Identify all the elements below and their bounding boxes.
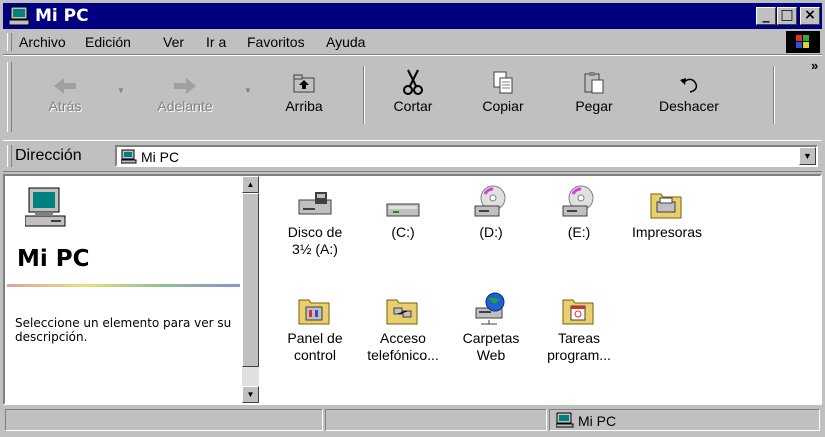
up-folder-icon <box>260 64 348 96</box>
up-label: Arriba <box>285 98 323 114</box>
menu-edicion[interactable]: Edición <box>85 34 131 50</box>
item-dial-up[interactable]: Acceso telefónico... <box>357 284 449 364</box>
undo-icon <box>645 64 733 96</box>
item-label: Panel de control <box>287 330 343 363</box>
printers-folder-icon <box>621 178 713 220</box>
scroll-up-button[interactable]: ▲ <box>242 176 259 193</box>
item-drive-e[interactable]: (E:) <box>533 178 625 241</box>
item-scheduled-tasks[interactable]: Tareas program... <box>533 284 625 364</box>
item-label: (E:) <box>567 224 591 240</box>
vertical-scrollbar[interactable]: ▲ ▼ <box>242 176 259 403</box>
windows-logo-icon <box>786 31 820 53</box>
cut-button[interactable]: Cortar <box>369 64 457 126</box>
status-bar: Mi PC <box>3 407 822 434</box>
scissors-icon <box>369 64 457 96</box>
menu-ir-a[interactable]: Ir a <box>206 34 226 50</box>
item-label: Acceso telefónico... <box>367 330 439 363</box>
paste-button[interactable]: Pegar <box>550 64 638 126</box>
menu-favoritos[interactable]: Favoritos <box>247 34 305 50</box>
menu-ayuda[interactable]: Ayuda <box>326 34 365 50</box>
back-dropdown-icon[interactable]: ▼ <box>117 86 125 95</box>
item-label: Tareas program... <box>547 330 611 363</box>
undo-button[interactable]: Deshacer <box>645 64 733 126</box>
paste-label: Pegar <box>575 98 613 114</box>
hard-disk-icon <box>357 178 449 220</box>
web-folders-icon <box>445 284 537 326</box>
item-printers[interactable]: Impresoras <box>621 178 713 241</box>
forward-dropdown-icon[interactable]: ▼ <box>244 86 252 95</box>
menu-ver[interactable]: Ver <box>163 34 184 50</box>
item-label: (D:) <box>479 224 503 240</box>
standard-toolbar: Atrás ▼ Adelante ▼ Arriba Cortar Copiar … <box>3 55 822 141</box>
toolbar-grip[interactable] <box>7 62 12 132</box>
back-label: Atrás <box>48 98 82 114</box>
address-grip[interactable] <box>7 145 12 167</box>
item-label: Carpetas Web <box>462 330 520 363</box>
copy-label: Copiar <box>482 98 524 114</box>
address-dropdown-button[interactable]: ▼ <box>799 147 816 165</box>
forward-arrow-icon <box>141 64 229 96</box>
item-control-panel[interactable]: Panel de control <box>269 284 361 364</box>
maximize-button[interactable]: □ <box>777 7 797 25</box>
scroll-down-button[interactable]: ▼ <box>242 386 259 403</box>
menu-grip[interactable] <box>7 33 12 51</box>
toolbar-separator <box>363 66 365 124</box>
my-computer-icon <box>120 149 137 167</box>
forward-label: Adelante <box>157 98 213 114</box>
close-button[interactable]: × <box>800 7 820 25</box>
scroll-thumb[interactable] <box>242 193 259 367</box>
menu-archivo[interactable]: Archivo <box>19 34 66 50</box>
scheduled-tasks-folder-icon <box>533 284 625 326</box>
minimize-button[interactable]: _ <box>756 7 776 25</box>
item-drive-c[interactable]: (C:) <box>357 178 449 241</box>
item-drive-d[interactable]: (D:) <box>445 178 537 241</box>
title-bar[interactable]: Mi PC _ □ × <box>3 3 822 29</box>
copy-button[interactable]: Copiar <box>459 64 547 126</box>
info-pane: Mi PC Seleccione un elemento para ver su… <box>5 176 242 403</box>
paste-icon <box>550 64 638 96</box>
dial-up-folder-icon <box>357 284 449 326</box>
cut-label: Cortar <box>393 98 433 114</box>
folder-view: Mi PC Seleccione un elemento para ver su… <box>3 174 822 405</box>
explorer-window: Mi PC _ □ × Archivo Edición Ver Ir a Fav… <box>0 0 825 437</box>
back-button[interactable]: Atrás <box>21 64 109 126</box>
status-panel-main <box>5 409 323 431</box>
info-pane-divider <box>7 284 240 287</box>
info-pane-description: Seleccione un elemento para ver su descr… <box>15 316 232 344</box>
back-arrow-icon <box>21 64 109 96</box>
copy-icon <box>459 64 547 96</box>
address-label: Dirección <box>15 147 82 164</box>
info-pane-title: Mi PC <box>17 246 90 272</box>
status-panel-size <box>325 409 547 431</box>
menu-bar: Archivo Edición Ver Ir a Favoritos Ayuda <box>3 30 822 55</box>
item-label: Impresoras <box>631 224 703 240</box>
status-panel-zone: Mi PC <box>549 409 820 431</box>
item-label: (C:) <box>391 224 415 240</box>
my-computer-icon <box>555 412 574 431</box>
item-label: Disco de 3½ (A:) <box>287 224 343 257</box>
window-title: Mi PC <box>35 6 89 26</box>
control-panel-folder-icon <box>269 284 361 326</box>
up-button[interactable]: Arriba <box>260 64 348 126</box>
item-web-folders[interactable]: Carpetas Web <box>445 284 537 364</box>
my-computer-large-icon <box>24 186 67 239</box>
item-floppy-drive[interactable]: Disco de 3½ (A:) <box>269 178 361 258</box>
cd-drive-icon <box>533 178 625 220</box>
status-zone-text: Mi PC <box>578 413 617 429</box>
forward-button[interactable]: Adelante <box>141 64 229 126</box>
address-bar: Dirección Mi PC ▼ <box>3 140 822 172</box>
cd-drive-icon <box>445 178 537 220</box>
my-computer-icon <box>8 6 31 29</box>
toolbar-overflow-chevron[interactable]: » <box>811 58 818 73</box>
floppy-drive-icon <box>269 178 361 220</box>
toolbar-separator <box>773 66 775 124</box>
undo-label: Deshacer <box>659 98 719 114</box>
address-input[interactable]: Mi PC ▼ <box>115 145 818 167</box>
address-value: Mi PC <box>141 149 180 165</box>
